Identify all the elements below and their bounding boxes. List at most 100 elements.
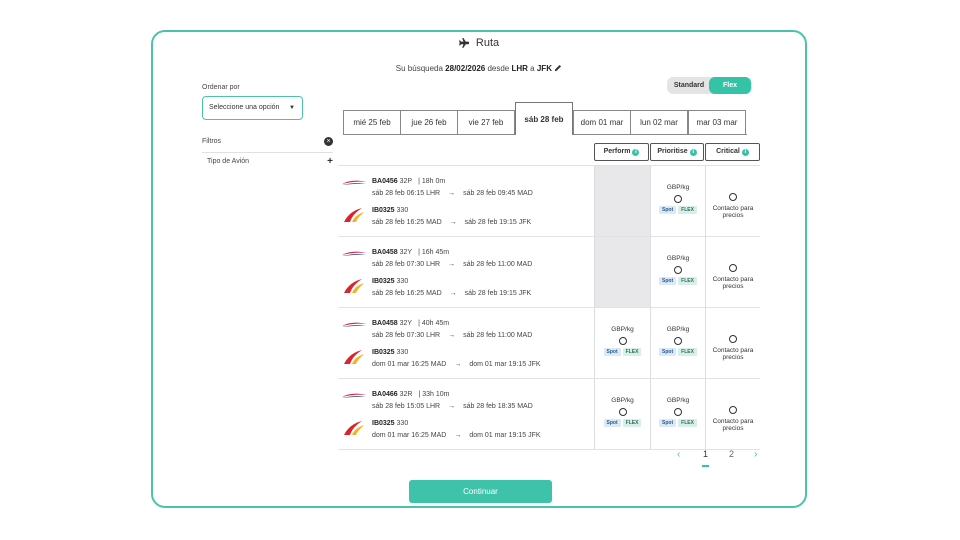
prioritise-cell[interactable]: GBP/kg Spot FLEX <box>650 237 705 307</box>
tags: Spot FLEX <box>595 419 650 427</box>
flex-tag: FLEX <box>622 419 642 427</box>
duration: | 33h 10m <box>418 391 450 398</box>
arrow-right-icon: → <box>449 290 457 297</box>
price-unit: GBP/kg <box>666 255 690 262</box>
price-unit: GBP/kg <box>611 326 634 333</box>
critical-cell[interactable]: Contacto para precios <box>705 237 760 307</box>
info-icon[interactable]: i <box>741 149 749 156</box>
page-1[interactable]: 1 <box>703 449 708 459</box>
search-from-word: desde <box>487 64 510 73</box>
search-origin: LHR <box>511 64 528 73</box>
leg1-header: BA0456 32P | 18h 0m <box>372 178 445 185</box>
close-circle-icon[interactable]: × <box>324 137 333 146</box>
perform-cell[interactable]: GBP/kg Spot FLEX <box>594 379 650 449</box>
perform-radio[interactable] <box>618 408 627 416</box>
page-title-text: Ruta <box>475 37 500 49</box>
column-perform[interactable]: Perform i <box>594 143 649 161</box>
continue-button[interactable]: Continuar <box>409 480 552 503</box>
filters-title: Filtros <box>202 138 222 145</box>
date-tab[interactable]: mié 25 feb <box>343 110 401 134</box>
perform-cell[interactable]: GBP/kg Spot FLEX <box>594 308 650 378</box>
tags: Spot FLEX <box>651 206 705 214</box>
standard-option[interactable]: Standard <box>667 77 711 94</box>
critical-cell[interactable]: Contacto para precios <box>705 379 760 449</box>
pencil-icon[interactable] <box>554 64 562 72</box>
departure: sáb 28 feb 07:30 LHR <box>372 261 441 268</box>
result-row: BA0466 32R | 33h 10m sáb 28 feb 15:05 LHR… <box>338 379 760 450</box>
flight-number: IB0325 <box>372 420 395 427</box>
arrival: dom 01 mar 19:15 JFK <box>469 432 541 439</box>
date-tab[interactable]: lun 02 mar <box>630 110 688 134</box>
column-critical[interactable]: Critical i <box>705 143 760 161</box>
prioritise-radio[interactable] <box>674 408 682 416</box>
critical-radio[interactable] <box>729 335 737 343</box>
filter-aircraft-type[interactable]: Tipo de Avión + <box>207 156 333 167</box>
contact-for-prices: Contacto para precios <box>712 205 754 219</box>
column-prioritise[interactable]: Prioritise i <box>650 143 704 161</box>
arrival: sáb 28 feb 11:00 MAD <box>463 261 533 268</box>
iberia-logo <box>344 350 364 364</box>
date-tab[interactable]: vie 27 feb <box>457 110 515 134</box>
date-tab[interactable]: mar 03 mar <box>688 110 746 134</box>
fare-type-toggle[interactable]: Standard Flex <box>667 77 752 94</box>
critical-radio[interactable] <box>729 406 737 414</box>
fare-class: 32R <box>399 391 413 398</box>
fare-class: 32P <box>399 178 413 185</box>
spot-tag: Spot <box>659 206 677 214</box>
british-airways-logo <box>342 322 366 327</box>
leg1-header: BA0458 32Y | 40h 45m <box>372 320 449 327</box>
critical-cell[interactable]: Contacto para precios <box>705 166 760 236</box>
page-number: 2 <box>729 449 735 459</box>
chevron-right-icon[interactable]: › <box>754 449 757 460</box>
critical-cell[interactable]: Contacto para precios <box>705 308 760 378</box>
flex-option[interactable]: Flex <box>709 77 751 94</box>
british-airways-logo <box>342 393 366 398</box>
spot-tag: Spot <box>603 348 621 356</box>
info-icon[interactable]: i <box>632 149 640 156</box>
chevron-left-icon[interactable]: ‹ <box>677 449 680 460</box>
prioritise-cell[interactable]: GBP/kg Spot FLEX <box>650 379 705 449</box>
fare-class: 32Y <box>399 320 413 327</box>
departure: sáb 28 feb 06:15 LHR <box>372 190 441 197</box>
arrow-right-icon: → <box>448 261 456 268</box>
plus-icon[interactable]: + <box>327 156 333 167</box>
iberia-logo <box>344 279 364 293</box>
critical-radio[interactable] <box>729 193 737 201</box>
sort-select[interactable]: Seleccione una opción ▼ <box>202 96 303 120</box>
leg2-header: IB0325 330 <box>372 278 408 285</box>
critical-radio[interactable] <box>729 264 737 272</box>
tags: Spot FLEX <box>651 277 705 285</box>
arrow-right-icon: → <box>448 332 456 339</box>
page-2[interactable]: 2 <box>729 449 734 459</box>
departure: dom 01 mar 16:25 MAD <box>372 432 447 439</box>
duration: | 40h 45m <box>418 320 450 327</box>
date-tab[interactable]: jue 26 feb <box>400 110 458 134</box>
leg2-header: IB0325 330 <box>372 349 408 356</box>
info-icon[interactable]: i <box>689 149 697 156</box>
contact-for-prices: Contacto para precios <box>712 347 754 361</box>
leg2-header: IB0325 330 <box>372 207 408 214</box>
search-prefix: Su búsqueda <box>395 64 443 73</box>
spot-tag: Spot <box>603 419 621 427</box>
leg2-times: dom 01 mar 16:25 MAD → dom 01 mar 19:15 JF… <box>372 361 541 368</box>
date-tab-active[interactable]: sáb 28 feb <box>515 102 573 135</box>
perform-radio[interactable] <box>618 337 627 345</box>
iberia-logo <box>344 421 364 435</box>
caret-down-icon: ▼ <box>289 105 295 111</box>
tags: Spot FLEX <box>651 348 705 356</box>
price-unit: GBP/kg <box>611 397 634 404</box>
leg2-times: sáb 28 feb 16:25 MAD → sáb 28 feb 19:15 JF… <box>372 290 531 297</box>
prioritise-radio[interactable] <box>674 195 682 203</box>
sort-select-value: Seleccione una opción <box>209 104 280 111</box>
search-date: 28/02/2026 <box>445 64 486 73</box>
search-summary: Su búsqueda 28/02/2026 desde LHR a JFK <box>153 64 805 73</box>
leg1-header: BA0466 32R | 33h 10m <box>372 391 450 398</box>
date-tab[interactable]: dom 01 mar <box>573 110 631 134</box>
prioritise-cell[interactable]: GBP/kg Spot FLEX <box>650 308 705 378</box>
prioritise-radio[interactable] <box>674 266 682 274</box>
arrow-right-icon: → <box>449 219 457 226</box>
flex-tag: FLEX <box>678 206 697 214</box>
prioritise-radio[interactable] <box>674 337 682 345</box>
prioritise-cell[interactable]: GBP/kg Spot FLEX <box>650 166 705 236</box>
page-number: 1 <box>703 449 709 459</box>
